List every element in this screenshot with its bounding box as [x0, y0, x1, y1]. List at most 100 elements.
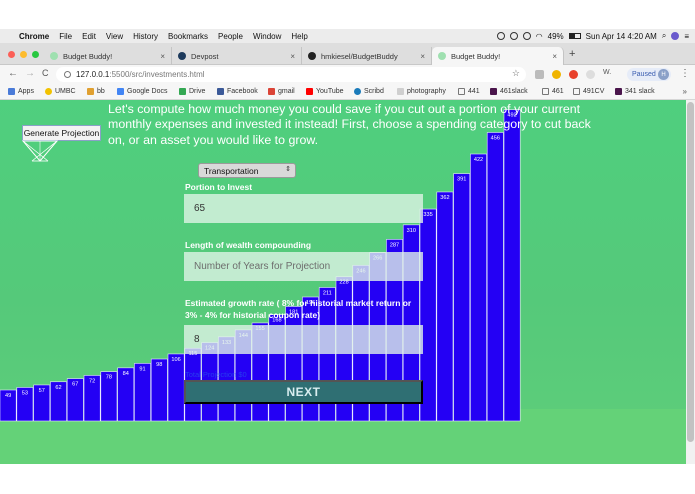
forward-button[interactable]: → — [25, 68, 35, 79]
info-icon[interactable] — [64, 71, 71, 78]
maximize-window-icon[interactable] — [32, 51, 39, 58]
status-area: ◠ 49% Sun Apr 14 4:20 AM ⌕ ≡ — [496, 29, 689, 43]
spending-category-select[interactable]: Transportation ⇕ — [198, 163, 296, 178]
chrome-menu-icon[interactable]: ⋮ — [680, 68, 690, 79]
bar-value-label: 57 — [39, 388, 45, 394]
tab-github[interactable]: hmkiesel/BudgetBuddy × — [302, 47, 432, 65]
bookmark-gmail[interactable]: gmail — [268, 88, 295, 95]
tab-budget-buddy-1[interactable]: Budget Buddy! × — [44, 47, 172, 65]
page-scrollbar[interactable] — [686, 100, 695, 464]
generate-projection-button[interactable]: Generate Projection — [22, 125, 101, 141]
bookmark-491cv[interactable]: 491CV — [573, 88, 604, 95]
extension-icon[interactable] — [569, 70, 578, 79]
bookmark-apps[interactable]: Apps — [8, 88, 34, 95]
facebook-icon — [217, 88, 224, 95]
menu-edit[interactable]: Edit — [77, 32, 101, 41]
extension-icon[interactable] — [586, 70, 595, 79]
bookmark-star-icon[interactable]: ☆ — [512, 68, 520, 79]
growth-rate-label: Estimated growth rate ( 8% for historial… — [185, 298, 412, 320]
spotlight-icon[interactable]: ⌕ — [662, 31, 666, 41]
bar-value-label: 49 — [5, 393, 11, 399]
bar-value-label: 53 — [22, 390, 28, 396]
bar-value-label: 287 — [390, 242, 399, 248]
time-machine-icon[interactable] — [522, 32, 531, 40]
bookmark-google-docs[interactable]: Google Docs — [117, 88, 167, 95]
profile-paused-button[interactable]: Paused H — [627, 68, 671, 81]
extension-icon[interactable] — [552, 70, 561, 79]
portion-label: Portion to Invest — [185, 182, 253, 192]
tab-title: hmkiesel/BudgetBuddy — [321, 51, 398, 61]
minimize-window-icon[interactable] — [20, 51, 27, 58]
menu-window[interactable]: Window — [248, 32, 286, 41]
years-input[interactable]: Number of Years for Projection — [184, 252, 423, 281]
slack-icon — [490, 88, 497, 95]
page-icon — [458, 88, 465, 95]
intro-text: Let's compute how much money you could s… — [108, 102, 591, 147]
tab-budget-buddy-active[interactable]: Budget Buddy! × — [432, 47, 564, 65]
bar-value-label: 391 — [457, 177, 466, 183]
desktop-bottom — [0, 464, 695, 494]
wireframe-logo-icon — [22, 140, 58, 162]
bookmark-461slack[interactable]: 461slack — [490, 88, 528, 95]
bar-30 — [486, 132, 504, 422]
new-tab-button[interactable]: + — [569, 48, 575, 60]
bookmark-341-slack[interactable]: 341 slack — [615, 88, 655, 95]
address-bar[interactable]: 127.0.0.1 :5500/src/investments.html ☆ — [56, 67, 526, 82]
select-arrows-icon: ⇕ — [285, 166, 291, 173]
reload-button[interactable]: C — [42, 68, 49, 78]
menu-app-name[interactable]: Chrome — [14, 32, 54, 41]
battery-icon[interactable] — [568, 33, 581, 39]
tab-title: Budget Buddy! — [451, 51, 501, 61]
menu-people[interactable]: People — [213, 32, 248, 41]
menu-view[interactable]: View — [101, 32, 128, 41]
tab-close-icon[interactable]: × — [420, 52, 425, 61]
menu-bookmarks[interactable]: Bookmarks — [163, 32, 213, 41]
extension-label[interactable]: W. — [603, 69, 611, 76]
siri-icon[interactable] — [671, 32, 680, 40]
bar-31 — [503, 109, 521, 422]
slack-icon — [615, 88, 622, 95]
photography-icon — [397, 88, 404, 95]
back-button[interactable]: ← — [8, 68, 18, 79]
screenshot: Chrome File Edit View History Bookmarks … — [0, 0, 695, 494]
creative-cloud-icon[interactable] — [496, 32, 505, 40]
menu-history[interactable]: History — [128, 32, 163, 41]
bookmark-461[interactable]: 461 — [542, 88, 564, 95]
menu-file[interactable]: File — [54, 32, 77, 41]
clock[interactable]: Sun Apr 14 4:20 AM — [586, 32, 657, 41]
tab-close-icon[interactable]: × — [160, 52, 165, 61]
tab-close-icon[interactable]: × — [552, 52, 557, 61]
bookmark-bb[interactable]: bb — [87, 88, 105, 95]
bookmark-drive[interactable]: Drive — [179, 88, 205, 95]
youtube-icon — [306, 88, 313, 95]
gmail-icon — [268, 88, 275, 95]
budget-buddy-favicon-icon — [438, 52, 446, 60]
bookmark-youtube[interactable]: YouTube — [306, 88, 344, 95]
notification-center-icon[interactable]: ≡ — [684, 32, 689, 41]
bookmark-photography[interactable]: photography — [397, 88, 446, 95]
growth-rate-input[interactable]: 8 — [184, 325, 423, 354]
tab-close-icon[interactable]: × — [290, 52, 295, 61]
url-host: 127.0.0.1 — [76, 70, 110, 79]
bookmark-facebook[interactable]: Facebook — [217, 88, 258, 95]
portion-input[interactable]: 65 — [184, 194, 423, 223]
length-label: Length of wealth compounding — [185, 240, 312, 250]
wifi-icon[interactable]: ◠ — [536, 32, 543, 41]
bookmark-umbc[interactable]: UMBC — [45, 88, 76, 95]
bookmark-scribd[interactable]: Scribd — [354, 88, 384, 95]
tab-devpost[interactable]: Devpost × — [172, 47, 302, 65]
bookmark-441[interactable]: 441 — [458, 88, 480, 95]
extension-icon[interactable] — [535, 70, 544, 79]
bar-value-label: 335 — [423, 212, 432, 218]
scrollbar-thumb[interactable] — [687, 102, 694, 442]
budget-buddy-favicon-icon — [50, 52, 58, 60]
bar-10 — [150, 358, 168, 422]
page-icon — [573, 88, 580, 95]
next-button[interactable]: NEXT — [184, 380, 423, 404]
bookmarks-more-icon[interactable]: » — [683, 87, 687, 96]
bar-value-label: 67 — [72, 382, 78, 388]
close-window-icon[interactable] — [8, 51, 15, 58]
menu-help[interactable]: Help — [286, 32, 312, 41]
macos-menubar: Chrome File Edit View History Bookmarks … — [0, 29, 695, 43]
sync-icon[interactable] — [509, 32, 518, 40]
